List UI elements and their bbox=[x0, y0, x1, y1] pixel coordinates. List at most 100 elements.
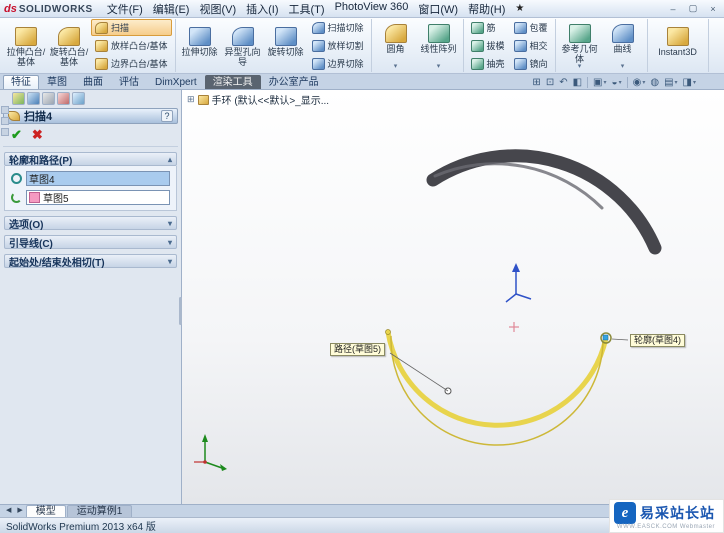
linear-pattern-button[interactable]: 线性阵列 ▾ bbox=[418, 22, 460, 70]
ribbon-group-pattern: 圆角 ▾ 线性阵列 ▾ bbox=[372, 19, 464, 72]
model-tab[interactable]: 模型 bbox=[25, 505, 66, 517]
rib-button[interactable]: 筋 bbox=[467, 19, 509, 36]
watermark-row: e 易采站长站 bbox=[614, 502, 715, 524]
menu-edit[interactable]: 编辑(E) bbox=[148, 0, 195, 18]
revolve-boss-button[interactable]: 旋转凸台/基体 bbox=[48, 25, 90, 67]
tab-scroll-prev-icon[interactable]: ◀ bbox=[3, 505, 14, 517]
feature-tree-tab-icon[interactable] bbox=[12, 92, 25, 105]
sweep-cut-button[interactable]: 扫描切除 bbox=[308, 19, 368, 36]
extrude-boss-button[interactable]: 拉伸凸台/基体 bbox=[5, 25, 47, 67]
curves-button[interactable]: 曲线 ▾ bbox=[602, 22, 644, 70]
path-selection-field[interactable]: 草图5 bbox=[26, 190, 170, 205]
manager-tab-strip bbox=[0, 90, 181, 107]
loft-cut-button[interactable]: 放样切割 bbox=[308, 37, 368, 54]
extrude-cut-label: 拉伸切除 bbox=[181, 46, 218, 57]
section-guide-curves: 引导线(C) ▾ bbox=[4, 235, 177, 250]
options-section-header[interactable]: 选项(O) ▾ bbox=[4, 216, 177, 231]
dock-toolbar-icon[interactable] bbox=[1, 106, 9, 114]
extrude-boss-label: 拉伸凸台/基体 bbox=[6, 46, 46, 67]
path-callout[interactable]: 路径(草图5) bbox=[330, 343, 385, 356]
configuration-manager-tab-icon[interactable] bbox=[42, 92, 55, 105]
dock-toolbar-icon[interactable] bbox=[1, 128, 9, 136]
menu-help[interactable]: 帮助(H) bbox=[463, 0, 510, 18]
apply-scene-icon[interactable]: ▤ ▾ bbox=[662, 77, 679, 88]
sweep-label: 扫描 bbox=[111, 23, 130, 33]
boundary-cut-button[interactable]: 边界切除 bbox=[308, 55, 368, 72]
tab-render-tools[interactable]: 渲染工具 bbox=[204, 75, 261, 89]
edit-appearance-icon[interactable]: ◍ bbox=[648, 77, 661, 88]
zoom-area-icon[interactable]: ⊡ bbox=[544, 77, 556, 88]
tab-sketch[interactable]: 草图 bbox=[39, 75, 75, 89]
display-manager-tab-icon[interactable] bbox=[72, 92, 85, 105]
menu-insert[interactable]: 插入(I) bbox=[241, 0, 283, 18]
mirror-button[interactable]: 镜向 bbox=[510, 55, 552, 72]
draft-button[interactable]: 拔模 bbox=[467, 37, 509, 54]
menu-view[interactable]: 视图(V) bbox=[194, 0, 241, 18]
fillet-button[interactable]: 圆角 ▾ bbox=[375, 22, 417, 70]
path-color-swatch bbox=[29, 192, 40, 203]
shell-button[interactable]: 抽壳 bbox=[467, 55, 509, 72]
property-manager-actions: ✔ ✖ bbox=[3, 124, 178, 147]
motion-study-tab[interactable]: 运动算例1 bbox=[66, 505, 133, 517]
tab-office-products[interactable]: 办公室产品 bbox=[261, 75, 327, 89]
tab-surfaces[interactable]: 曲面 bbox=[75, 75, 111, 89]
origin-triad bbox=[194, 434, 227, 471]
minimize-icon[interactable]: – bbox=[666, 4, 680, 14]
sweep-path-sketch[interactable] bbox=[385, 329, 609, 428]
fillet-dropdown-icon[interactable]: ▾ bbox=[394, 63, 398, 70]
hole-wizard-button[interactable]: 异型孔向导 bbox=[222, 25, 264, 67]
view-orientation-icon[interactable]: ▣ ▾ bbox=[591, 77, 608, 88]
shell-icon bbox=[470, 57, 484, 70]
previous-view-icon[interactable]: ↶ bbox=[557, 77, 569, 88]
linear-pattern-dropdown-icon[interactable]: ▾ bbox=[437, 63, 441, 70]
graphics-viewport[interactable]: ⊞ 手环 (默认<<默认>_显示... 路径(草图5) 轮廓(草图4) bbox=[182, 90, 724, 504]
curves-dropdown-icon[interactable]: ▾ bbox=[621, 63, 625, 70]
section-profile-and-path: 轮廓和路径(P) ▴ 草图4 草图5 bbox=[4, 152, 177, 211]
zoom-fit-icon[interactable]: ⊞ bbox=[530, 77, 542, 88]
loft-boss-button[interactable]: 放样凸台/基体 bbox=[91, 37, 172, 54]
path-callout-leader bbox=[389, 352, 449, 392]
start-end-tangency-section-header[interactable]: 起始处/结束处相切(T) ▾ bbox=[4, 254, 177, 269]
profile-path-section-header[interactable]: 轮廓和路径(P) ▴ bbox=[4, 152, 177, 167]
boundary-boss-button[interactable]: 边界凸台/基体 bbox=[91, 55, 172, 72]
triad-arrowhead bbox=[512, 263, 520, 272]
view-settings-icon[interactable]: ◨ ▾ bbox=[681, 77, 698, 88]
property-manager-tab-icon[interactable] bbox=[27, 92, 40, 105]
path-start-point[interactable] bbox=[385, 329, 391, 335]
dimxpert-manager-tab-icon[interactable] bbox=[57, 92, 70, 105]
pin-menu-star-icon[interactable]: ★ bbox=[513, 3, 526, 14]
section-options: 选项(O) ▾ bbox=[4, 216, 177, 231]
extrude-cut-button[interactable]: 拉伸切除 bbox=[179, 25, 221, 67]
cancel-button[interactable]: ✖ bbox=[32, 127, 43, 143]
menu-photoview[interactable]: PhotoView 360 bbox=[330, 0, 414, 18]
hide-show-items-icon[interactable]: ◉ ▾ bbox=[631, 77, 648, 88]
menu-file[interactable]: 文件(F) bbox=[102, 0, 148, 18]
profile-selection-field[interactable]: 草图4 bbox=[26, 171, 170, 186]
tab-evaluate[interactable]: 评估 bbox=[111, 75, 147, 89]
intersect-button[interactable]: 相交 bbox=[510, 37, 552, 54]
close-icon[interactable]: × bbox=[706, 4, 720, 14]
display-style-icon[interactable]: ◒ ▾ bbox=[610, 77, 624, 88]
reference-geometry-button[interactable]: 参考几何体 ▾ bbox=[559, 22, 601, 70]
profile-callout[interactable]: 轮廓(草图4) bbox=[630, 334, 685, 347]
instant3d-button[interactable]: Instant3D bbox=[651, 25, 705, 67]
sweep-button[interactable]: 扫描 bbox=[91, 19, 172, 36]
tab-scroll-next-icon[interactable]: ▶ bbox=[14, 505, 25, 517]
revolve-cut-button[interactable]: 旋转切除 bbox=[265, 25, 307, 67]
menu-window[interactable]: 窗口(W) bbox=[413, 0, 463, 18]
dock-toolbar-icon[interactable] bbox=[1, 117, 9, 125]
ok-button[interactable]: ✔ bbox=[11, 127, 22, 143]
menu-tools[interactable]: 工具(T) bbox=[284, 0, 330, 18]
tab-features[interactable]: 特征 bbox=[3, 75, 39, 89]
solidworks-wordmark: SOLIDWORKS bbox=[18, 3, 93, 15]
section-view-icon[interactable]: ◧ bbox=[571, 77, 584, 88]
reference-geometry-dropdown-icon[interactable]: ▾ bbox=[578, 63, 582, 70]
tab-dimxpert[interactable]: DimXpert bbox=[147, 75, 205, 89]
help-icon[interactable]: ? bbox=[161, 110, 173, 122]
restore-icon[interactable]: ▢ bbox=[686, 3, 700, 14]
guide-curves-section-header[interactable]: 引导线(C) ▾ bbox=[4, 235, 177, 250]
wrap-button[interactable]: 包覆 bbox=[510, 19, 552, 36]
selection-handle[interactable] bbox=[602, 334, 609, 341]
main-area: 扫描4 ? ✔ ✖ 轮廓和路径(P) ▴ 草图4 草图5 选项(O) ▾ 引导线… bbox=[0, 90, 724, 504]
swept-solid-body[interactable] bbox=[426, 149, 662, 255]
